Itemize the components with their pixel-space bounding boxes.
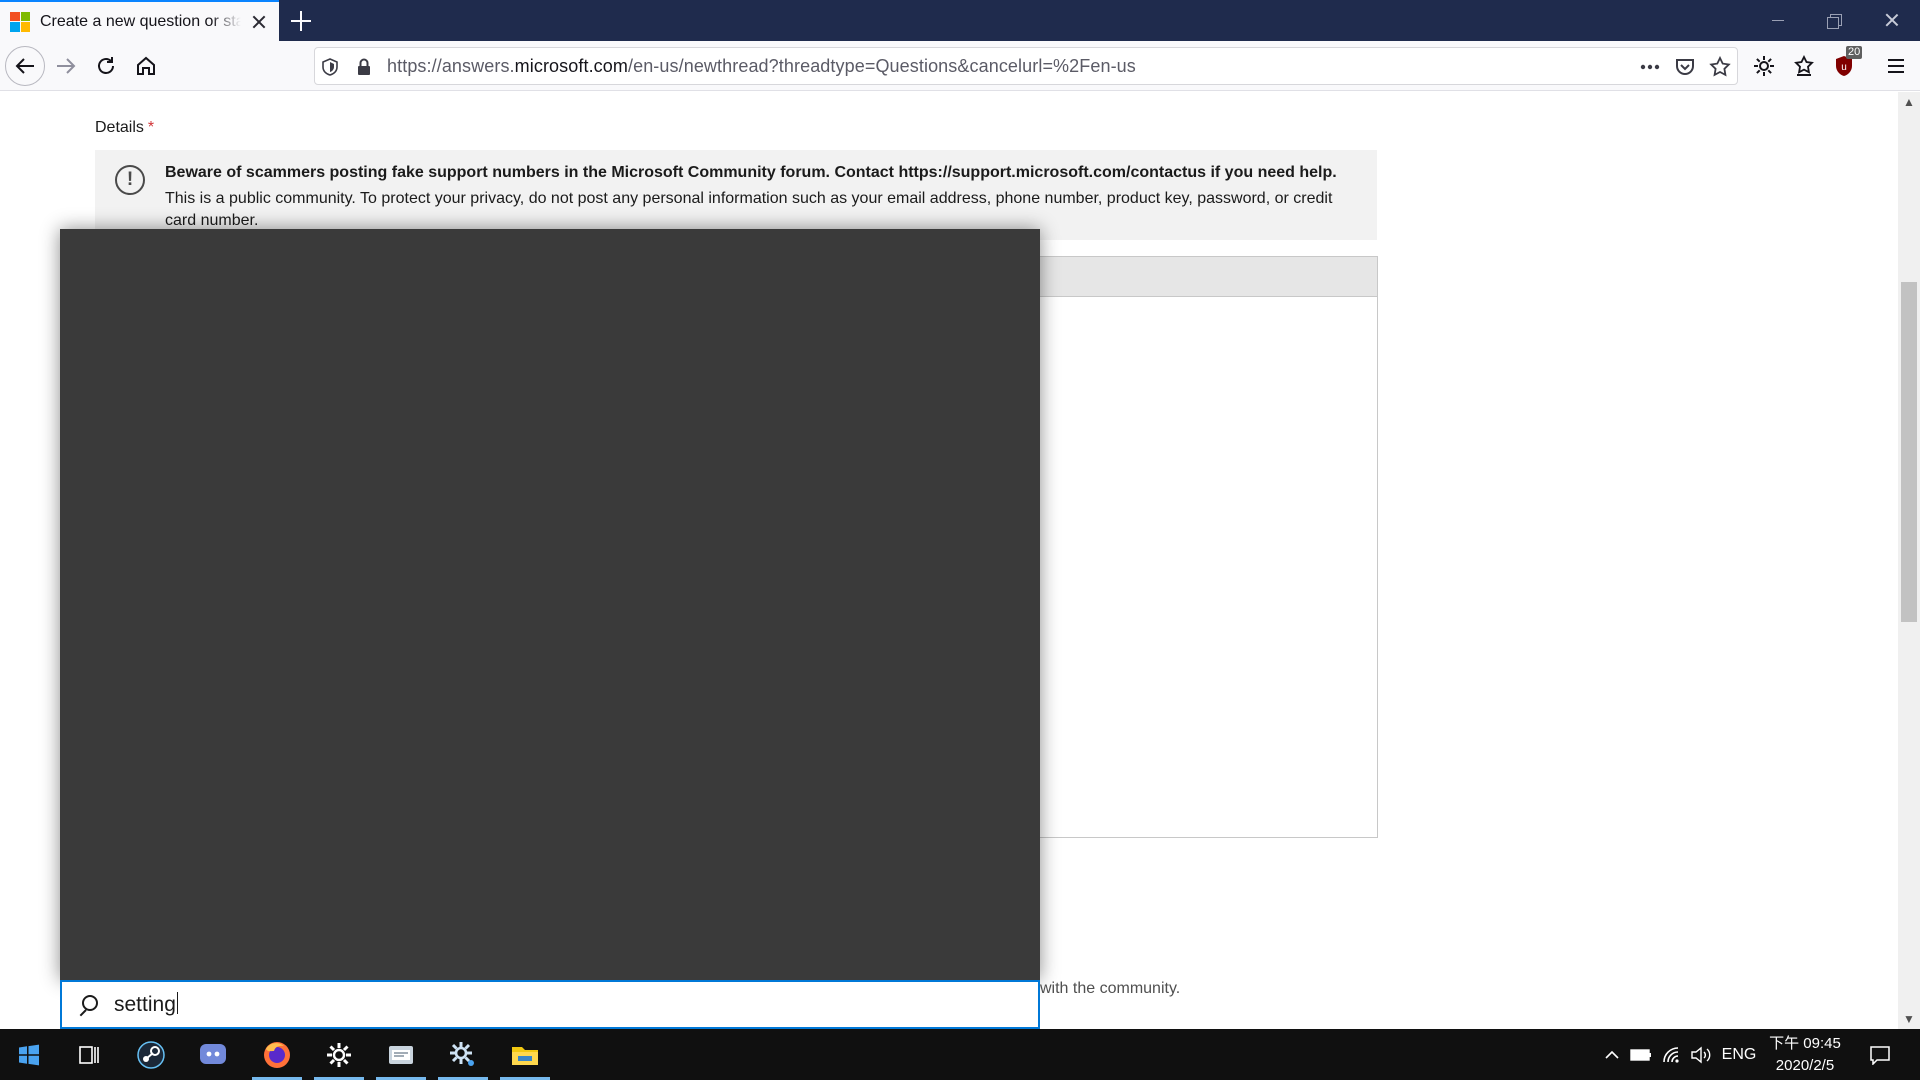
gears-icon [450,1041,474,1066]
bookmarks-menu-button[interactable] [1786,48,1822,84]
volume-button[interactable] [1688,1029,1714,1080]
clock-time: 下午 09:45 [1769,1035,1841,1052]
battery-icon [1630,1048,1651,1061]
text-caret [176,992,178,1014]
details-label-text: Details [95,119,144,136]
forward-button[interactable] [48,48,84,84]
action-center-button[interactable] [1862,1029,1898,1080]
ublock-badge-count: 20 [1846,46,1863,59]
speaker-icon [1691,1046,1711,1063]
url-domain: microsoft.com [514,55,628,76]
minimize-button[interactable] [1750,0,1806,41]
steam-app[interactable] [122,1029,180,1080]
extension-gear-button[interactable] [1746,48,1782,84]
control-panel-app[interactable] [434,1029,492,1080]
page-actions-icon[interactable] [1637,54,1663,80]
hamburger-menu-button[interactable] [1878,48,1914,84]
notification-icon [1870,1045,1890,1065]
close-tab-icon[interactable] [249,12,269,32]
file-explorer-app[interactable] [496,1029,554,1080]
reload-icon [98,57,114,74]
input-language-label: ENG [1721,1045,1757,1063]
arrow-left-icon [15,58,34,74]
reload-button[interactable] [88,48,124,84]
pocket-icon[interactable] [1672,54,1698,80]
show-hidden-icons-button[interactable] [1600,1029,1624,1080]
lock-icon[interactable] [351,54,377,80]
steam-icon [137,1040,165,1069]
required-marker: * [147,119,155,136]
arrow-right-icon [57,58,76,74]
start-search-box[interactable]: setting [60,980,1040,1029]
start-button[interactable] [0,1029,58,1080]
svg-text:u: u [1841,62,1847,73]
file-app[interactable] [372,1029,430,1080]
details-label: Details * [95,119,154,137]
clock-date: 2020/2/5 [1775,1057,1835,1074]
windows-logo-icon [19,1044,39,1065]
network-button[interactable] [1658,1029,1686,1080]
privacy-warning-text: This is a public community. To protect y… [165,190,1333,229]
gear-icon [1754,56,1774,76]
scroll-down-icon[interactable]: ▼ [1903,1013,1915,1025]
firefox-icon [264,1041,290,1068]
privacy-notice: ! Beware of scammers posting fake suppor… [95,150,1377,240]
gear-icon [327,1042,351,1067]
scam-warning-text: Beware of scammers posting fake support … [165,164,1337,181]
chevron-up-icon [1605,1050,1619,1059]
input-language-button[interactable]: ENG [1718,1029,1760,1080]
address-bar[interactable]: https://answers.microsoft.com/en-us/newt… [314,47,1738,85]
discord-icon [200,1043,226,1064]
microsoft-logo-icon [10,11,30,32]
scrollbar-thumb[interactable] [1901,282,1917,622]
firefox-app[interactable] [248,1029,306,1080]
taskbar-clock[interactable]: 下午 09:45 2020/2/5 [1760,1033,1850,1077]
taskbar: ENG 下午 09:45 2020/2/5 [0,1029,1920,1080]
start-search-panel [60,229,1040,980]
battery-button[interactable] [1628,1029,1654,1080]
scroll-up-icon[interactable]: ▲ [1903,96,1915,108]
page-scrollbar[interactable]: ▲ ▼ [1898,92,1920,1029]
task-view-button[interactable] [60,1029,118,1080]
navigation-toolbar: https://answers.microsoft.com/en-us/newt… [0,41,1920,91]
home-button[interactable] [128,48,164,84]
ublock-extension-button[interactable]: u 20 [1826,46,1863,84]
star-list-icon [1794,55,1814,76]
hamburger-icon [1888,59,1904,73]
share-community-text: with the community. [1040,980,1181,997]
document-window-icon [389,1045,413,1064]
new-tab-button[interactable] [288,8,314,34]
search-input-value: setting [114,993,176,1016]
url-prefix: https://answers. [387,55,515,76]
home-icon [137,56,155,75]
search-input[interactable]: setting [114,992,178,1017]
tab-strip: Create a new question or start a discuss… [0,0,1920,41]
settings-app[interactable] [310,1029,368,1080]
bookmark-star-icon[interactable] [1707,54,1733,80]
tracking-protection-icon[interactable] [317,54,343,80]
search-icon [76,993,100,1017]
task-view-icon [79,1045,99,1064]
exclamation-icon: ! [115,165,145,195]
restore-button[interactable] [1806,0,1862,41]
browser-tab[interactable]: Create a new question or start a discuss… [0,0,279,41]
folder-icon [512,1046,538,1065]
url-suffix: /en-us/newthread?threadtype=Questions&ca… [627,55,1136,76]
close-window-button[interactable] [1864,0,1920,41]
tab-title: Create a new question or start a discuss… [40,12,242,30]
discord-app[interactable] [184,1029,242,1080]
url-text[interactable]: https://answers.microsoft.com/en-us/newt… [387,56,1136,77]
back-button[interactable] [5,46,45,86]
wifi-icon [1663,1046,1679,1063]
